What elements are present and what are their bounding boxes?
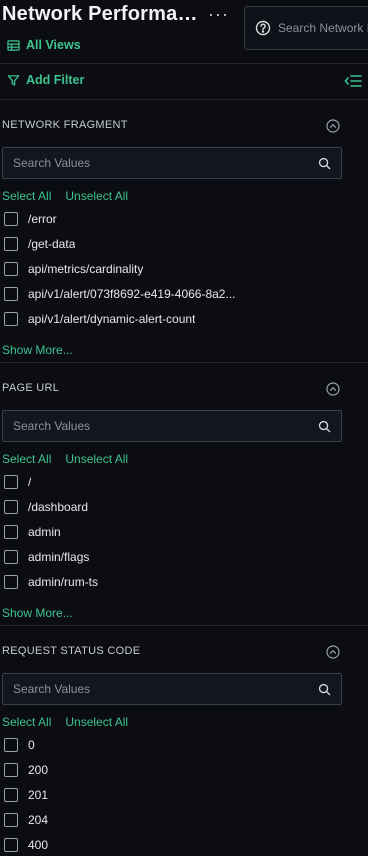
list-item[interactable]: /get-data [4, 231, 334, 256]
collapse-list-icon[interactable] [344, 73, 362, 89]
checkbox[interactable] [4, 812, 18, 827]
search-values-input[interactable] [3, 156, 318, 170]
list-item[interactable]: 201 [4, 782, 334, 807]
section-title: PAGE URL [2, 382, 60, 394]
checkbox[interactable] [4, 574, 18, 589]
item-label: admin/rum-ts [28, 574, 99, 589]
select-all-link[interactable]: Select All [2, 452, 51, 466]
all-views-label: All Views [26, 38, 81, 52]
list-item[interactable]: /error [4, 206, 334, 231]
search-values-input[interactable] [3, 419, 318, 433]
select-actions: Select All Unselect All [2, 189, 128, 203]
item-label: api/v1/alert/dynamic-alert-count [28, 311, 196, 326]
value-list: / /dashboard admin admin/flags admin/rum… [4, 469, 334, 594]
list-item[interactable]: admin/rum-ts [4, 569, 334, 594]
item-label: 201 [28, 787, 49, 802]
checkbox[interactable] [4, 737, 18, 752]
item-label: admin [28, 524, 61, 539]
search-icon [318, 157, 331, 169]
checkbox[interactable] [4, 286, 18, 301]
list-item[interactable]: 200 [4, 757, 334, 782]
checkbox[interactable] [4, 311, 18, 326]
item-label: 200 [28, 762, 49, 777]
section-search[interactable] [2, 410, 342, 442]
list-item[interactable]: 204 [4, 807, 334, 832]
section-title: REQUEST STATUS CODE [2, 645, 141, 657]
select-actions: Select All Unselect All [2, 715, 128, 729]
show-more-link[interactable]: Show More... [2, 343, 73, 357]
select-all-link[interactable]: Select All [2, 189, 51, 203]
value-list: 0 200 201 204 400 [4, 732, 334, 856]
section-title: NETWORK FRAGMENT [2, 119, 128, 131]
unselect-all-link[interactable]: Unselect All [65, 189, 128, 203]
list-item[interactable]: / [4, 469, 334, 494]
section-search[interactable] [2, 147, 342, 179]
item-label: /error [28, 211, 57, 226]
chevron-up-icon[interactable] [326, 645, 340, 659]
select-all-link[interactable]: Select All [2, 715, 51, 729]
search-icon [318, 683, 331, 695]
item-label: /get-data [28, 236, 76, 251]
header-search[interactable] [244, 6, 368, 50]
chevron-up-icon[interactable] [326, 382, 340, 396]
filter-icon [7, 74, 20, 86]
checkbox[interactable] [4, 261, 18, 276]
list-item[interactable]: 0 [4, 732, 334, 757]
section-page-url: PAGE URL Select All Unselect All / /dash… [0, 363, 368, 625]
question-circle-icon [255, 20, 271, 36]
checkbox[interactable] [4, 549, 18, 564]
section-request-status-code: REQUEST STATUS CODE Select All Unselect … [0, 626, 368, 856]
unselect-all-link[interactable]: Unselect All [65, 715, 128, 729]
add-filter-button[interactable]: Add Filter [7, 73, 84, 87]
checkbox[interactable] [4, 524, 18, 539]
checkbox[interactable] [4, 474, 18, 489]
add-filter-label: Add Filter [26, 73, 85, 87]
unselect-all-link[interactable]: Unselect All [65, 452, 128, 466]
show-more-link[interactable]: Show More... [2, 606, 73, 620]
item-label: 400 [28, 837, 49, 852]
all-views-link[interactable]: All Views [7, 38, 81, 52]
item-label: 204 [28, 812, 49, 827]
value-list: /error /get-data api/metrics/cardinality… [4, 206, 334, 331]
checkbox[interactable] [4, 236, 18, 251]
item-label: api/v1/alert/073f8692-e419-4066-8a2... [28, 286, 236, 301]
panel-header: Network Performan... ··· All Views [0, 0, 368, 64]
header-search-input[interactable] [278, 21, 368, 35]
item-label: / [28, 474, 32, 489]
section-search[interactable] [2, 673, 342, 705]
checkbox[interactable] [4, 787, 18, 802]
list-item[interactable]: api/v1/alert/dynamic-alert-count [4, 306, 334, 331]
select-actions: Select All Unselect All [2, 452, 128, 466]
table-icon [7, 39, 20, 51]
list-item[interactable]: admin/flags [4, 544, 334, 569]
chevron-up-icon[interactable] [326, 119, 340, 133]
more-options-icon[interactable]: ··· [208, 4, 229, 25]
item-label: admin/flags [28, 549, 90, 564]
page-title: Network Performan... [2, 3, 202, 25]
list-item[interactable]: api/metrics/cardinality [4, 256, 334, 281]
filters-panel: Network Performan... ··· All Views Searc… [0, 0, 368, 856]
checkbox[interactable] [4, 499, 18, 514]
checkbox[interactable] [4, 837, 18, 852]
list-item[interactable]: /dashboard [4, 494, 334, 519]
checkbox[interactable] [4, 762, 18, 777]
section-network-fragment: NETWORK FRAGMENT Select All Unselect All… [0, 100, 368, 362]
item-label: api/metrics/cardinality [28, 261, 144, 276]
search-icon [318, 420, 331, 432]
list-item[interactable]: api/v1/alert/073f8692-e419-4066-8a2... [4, 281, 334, 306]
search-values-input[interactable] [3, 682, 318, 696]
checkbox[interactable] [4, 211, 18, 226]
list-item[interactable]: 400 [4, 832, 334, 856]
filter-bar: Add Filter [0, 64, 368, 100]
item-label: 0 [28, 737, 35, 752]
list-item[interactable]: admin [4, 519, 334, 544]
item-label: /dashboard [28, 499, 89, 514]
